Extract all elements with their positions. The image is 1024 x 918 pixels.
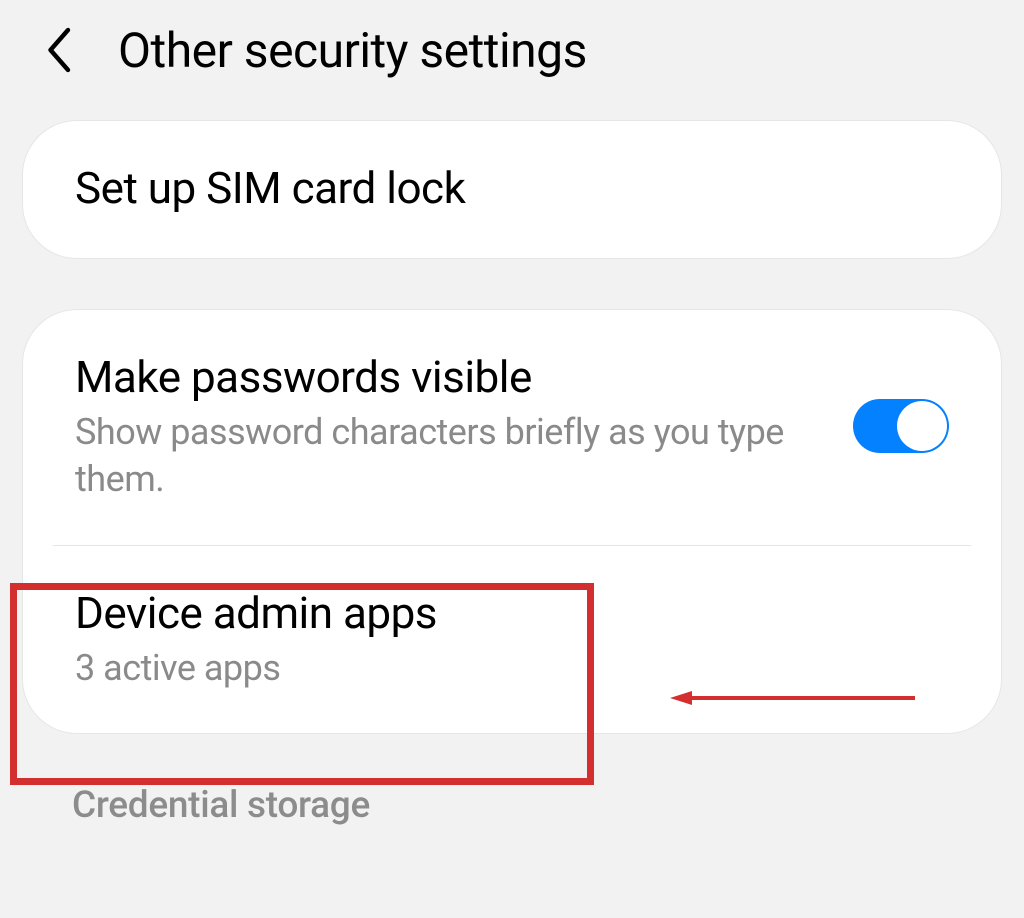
make-passwords-visible-item[interactable]: Make passwords visible Show password cha… xyxy=(23,310,1001,545)
device-admin-apps-item[interactable]: Device admin apps 3 active apps xyxy=(23,546,1001,734)
make-passwords-visible-subtitle: Show password characters briefly as you … xyxy=(75,409,823,503)
toggle-knob xyxy=(897,401,947,451)
credential-storage-label: Credential storage xyxy=(0,784,1024,837)
make-passwords-visible-title: Make passwords visible xyxy=(75,350,823,405)
settings-card-passwords: Make passwords visible Show password cha… xyxy=(22,309,1002,734)
make-passwords-visible-toggle[interactable] xyxy=(853,399,949,453)
page-title: Other security settings xyxy=(118,22,587,79)
device-admin-apps-subtitle: 3 active apps xyxy=(75,645,949,692)
header: Other security settings xyxy=(0,0,1024,120)
device-admin-apps-title: Device admin apps xyxy=(75,586,949,641)
sim-card-lock-item[interactable]: Set up SIM card lock xyxy=(23,121,1001,258)
chevron-left-icon xyxy=(43,25,73,75)
sim-card-lock-title: Set up SIM card lock xyxy=(75,161,949,216)
back-button[interactable] xyxy=(28,20,88,80)
settings-card-sim: Set up SIM card lock xyxy=(22,120,1002,259)
